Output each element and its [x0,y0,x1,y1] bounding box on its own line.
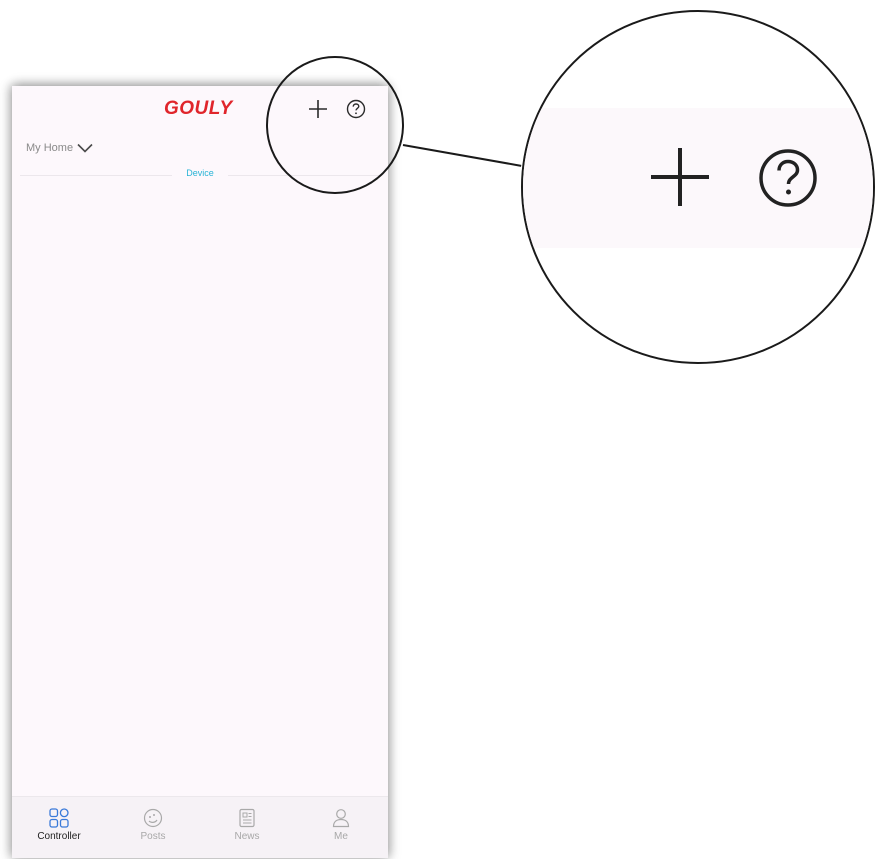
grid-apps-icon [49,808,69,828]
nav-label-controller: Controller [37,831,81,842]
nav-item-news[interactable]: News [200,797,294,858]
highlight-circle [266,56,404,194]
zoom-callout [521,10,875,364]
home-selector[interactable]: My Home [26,138,93,158]
question-circle-icon [759,149,817,207]
nav-label-me: Me [334,831,348,842]
nav-label-news: News [234,831,260,842]
home-selector-label: My Home [26,142,74,154]
nav-label-posts: Posts [140,831,166,842]
person-icon [332,809,350,828]
nav-item-posts[interactable]: Posts [106,797,200,858]
newspaper-icon [239,808,255,828]
divider [20,175,172,176]
tab-device[interactable]: Device [172,168,228,178]
callout-connector-line [402,144,522,167]
chat-bubble-icon [143,808,163,828]
brand-logo: GOULY [164,98,233,119]
phone-screen: GOULY My Home Device Controller Posts Ne… [12,86,388,858]
bottom-navigation: Controller Posts News Me [12,796,388,858]
chevron-down-icon [77,143,93,153]
plus-icon [651,148,709,206]
nav-item-me[interactable]: Me [294,797,388,858]
nav-item-controller[interactable]: Controller [12,797,106,858]
